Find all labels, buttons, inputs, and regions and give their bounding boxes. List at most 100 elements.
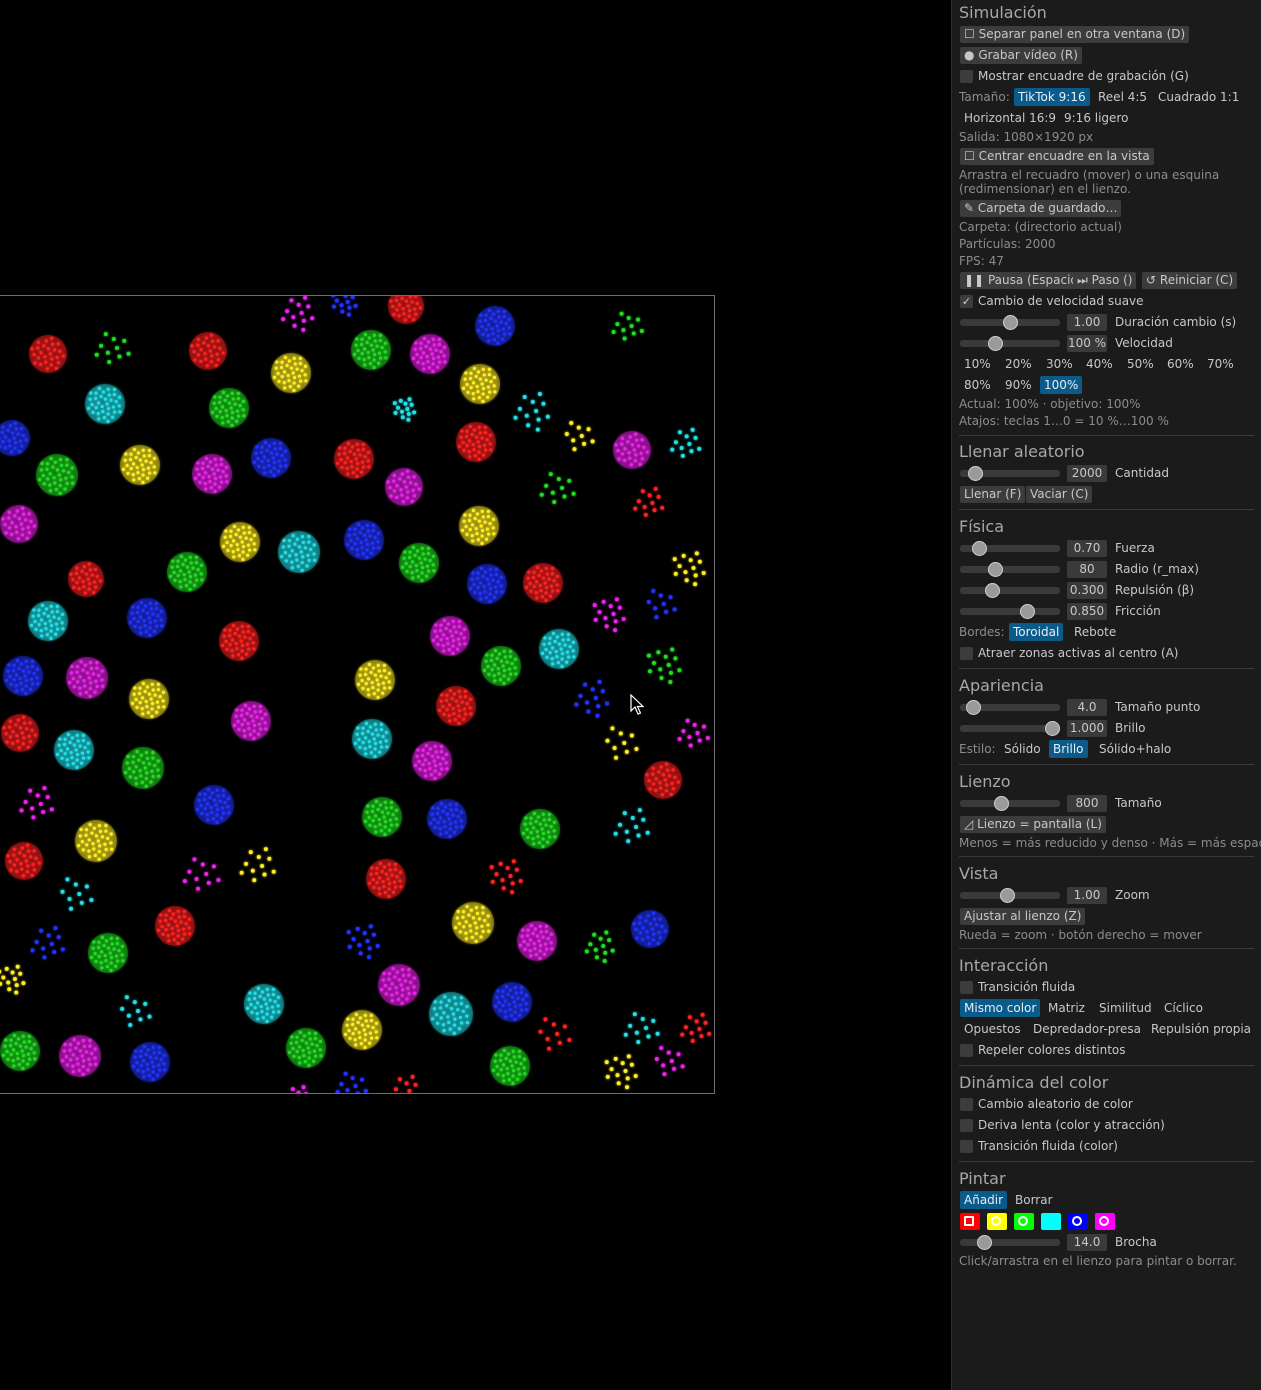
color-swatch-red[interactable] xyxy=(960,1213,980,1230)
empty-button[interactable]: Vaciar (C) xyxy=(1026,486,1093,503)
border-toroidal[interactable]: Toroidal xyxy=(1009,623,1064,641)
speed-preset-10[interactable]: 10% xyxy=(960,355,995,373)
style-solido[interactable]: Sólido xyxy=(1000,740,1045,758)
point-size-slider[interactable] xyxy=(960,700,1060,715)
repulsion-slider[interactable] xyxy=(960,583,1060,598)
brush-slider-knob[interactable] xyxy=(977,1235,992,1250)
size-option-reel[interactable]: Reel 4:5 xyxy=(1094,88,1151,106)
size-option-horizontal[interactable]: Horizontal 16:9 xyxy=(960,109,1060,127)
simulation-canvas[interactable] xyxy=(0,295,715,1094)
slow-drift-checkbox[interactable] xyxy=(960,1119,973,1132)
color-swatch-green[interactable] xyxy=(1014,1213,1034,1230)
speed-preset-20[interactable]: 20% xyxy=(1001,355,1036,373)
pause-button[interactable]: ❚❚ Pausa (Espacio) xyxy=(960,272,1087,289)
detach-panel-button[interactable]: ☐ Separar panel en otra ventana (D) xyxy=(960,26,1190,43)
canvas-screen-button[interactable]: ◿ Lienzo = pantalla (L) xyxy=(960,816,1106,833)
speed-preset-100[interactable]: 100% xyxy=(1040,376,1083,394)
control-panel: Simulación ☐ Separar panel en otra venta… xyxy=(951,0,1261,1390)
duration-value[interactable]: 1.00 xyxy=(1067,314,1107,331)
speed-preset-50[interactable]: 50% xyxy=(1123,355,1158,373)
border-rebote[interactable]: Rebote xyxy=(1070,623,1120,641)
amount-slider[interactable] xyxy=(960,466,1060,481)
center-frame-button[interactable]: ☐ Centrar encuadre en la vista xyxy=(960,148,1154,165)
zoom-value[interactable]: 1.00 xyxy=(1067,887,1107,904)
point-size-slider-knob[interactable] xyxy=(966,700,981,715)
force-value[interactable]: 0.70 xyxy=(1067,540,1107,557)
radius-slider-knob[interactable] xyxy=(988,562,1003,577)
divider xyxy=(959,1065,1254,1066)
fit-canvas-button[interactable]: Ajustar al lienzo (Z) xyxy=(960,908,1086,925)
brush-value[interactable]: 14.0 xyxy=(1067,1234,1107,1251)
repulsion-value[interactable]: 0.300 xyxy=(1067,582,1107,599)
speed-preset-70[interactable]: 70% xyxy=(1203,355,1238,373)
color-swatch-magenta[interactable] xyxy=(1095,1213,1115,1230)
style-solido-halo[interactable]: Sólido+halo xyxy=(1095,740,1175,758)
random-color-checkbox[interactable] xyxy=(960,1098,973,1111)
brightness-value[interactable]: 1.000 xyxy=(1067,720,1107,737)
zoom-slider[interactable] xyxy=(960,888,1060,903)
brightness-slider[interactable] xyxy=(960,721,1060,736)
brightness-slider-knob[interactable] xyxy=(1045,721,1060,736)
force-slider[interactable] xyxy=(960,541,1060,556)
paint-mode-add[interactable]: Añadir xyxy=(960,1191,1008,1209)
attract-center-checkbox[interactable] xyxy=(960,647,973,660)
speed-preset-30[interactable]: 30% xyxy=(1042,355,1077,373)
speed-preset-80[interactable]: 80% xyxy=(960,376,995,394)
paint-mode-erase[interactable]: Borrar xyxy=(1011,1191,1057,1209)
duration-slider[interactable] xyxy=(960,315,1060,330)
mode-opuestos[interactable]: Opuestos xyxy=(960,1020,1025,1038)
force-label: Fuerza xyxy=(1115,541,1155,555)
mode-mismo-color[interactable]: Mismo color xyxy=(960,999,1041,1017)
speed-slider-knob[interactable] xyxy=(988,336,1003,351)
duration-slider-knob[interactable] xyxy=(1003,315,1018,330)
mode-similitud[interactable]: Similitud xyxy=(1095,999,1156,1017)
speed-preset-40[interactable]: 40% xyxy=(1082,355,1117,373)
color-swatch-yellow[interactable] xyxy=(987,1213,1007,1230)
particle-cluster xyxy=(129,679,169,719)
particle-field xyxy=(0,296,712,1093)
save-folder-button[interactable]: ✎ Carpeta de guardado… xyxy=(960,200,1122,217)
canvas-size-value[interactable]: 800 xyxy=(1067,795,1107,812)
particle-cluster xyxy=(251,438,291,478)
size-option-tiktok[interactable]: TikTok 9:16 xyxy=(1014,88,1090,106)
repel-colors-checkbox[interactable] xyxy=(960,1044,973,1057)
show-frame-checkbox[interactable] xyxy=(960,70,973,83)
canvas-size-slider[interactable] xyxy=(960,796,1060,811)
color-swatch-cyan[interactable] xyxy=(1041,1213,1061,1230)
force-slider-knob[interactable] xyxy=(972,541,987,556)
zoom-slider-knob[interactable] xyxy=(1000,888,1015,903)
amount-value[interactable]: 2000 xyxy=(1067,465,1107,482)
speed-slider[interactable] xyxy=(960,336,1060,351)
fill-button[interactable]: Llenar (F) xyxy=(960,486,1026,503)
friction-slider[interactable] xyxy=(960,604,1060,619)
restart-button[interactable]: ↺ Reiniciar (C) xyxy=(1142,272,1238,289)
mode-matriz[interactable]: Matriz xyxy=(1044,999,1089,1017)
size-option-ligero[interactable]: 9:16 ligero xyxy=(1060,109,1132,127)
canvas-size-slider-knob[interactable] xyxy=(994,796,1009,811)
friction-slider-knob[interactable] xyxy=(1020,604,1035,619)
mode-depredador-presa[interactable]: Depredador-presa xyxy=(1029,1020,1145,1038)
radius-value[interactable]: 80 xyxy=(1067,561,1107,578)
mode-repulsion-propia[interactable]: Repulsión propia xyxy=(1147,1020,1255,1038)
radius-slider[interactable] xyxy=(960,562,1060,577)
fluid-transition-checkbox[interactable] xyxy=(960,981,973,994)
color-swatch-blue[interactable] xyxy=(1068,1213,1088,1230)
style-brillo[interactable]: Brillo xyxy=(1049,740,1088,758)
friction-value[interactable]: 0.850 xyxy=(1067,603,1107,620)
particle-cluster xyxy=(393,1074,418,1093)
mode-ciclico[interactable]: Cíclico xyxy=(1160,999,1207,1017)
speed-preset-60[interactable]: 60% xyxy=(1163,355,1198,373)
point-size-value[interactable]: 4.0 xyxy=(1067,699,1107,716)
color-fluid-checkbox[interactable] xyxy=(960,1140,973,1153)
simulation-viewport[interactable] xyxy=(0,0,951,1390)
repulsion-slider-knob[interactable] xyxy=(985,583,1000,598)
speed-value[interactable]: 100 % xyxy=(1067,335,1107,352)
size-option-cuadrado[interactable]: Cuadrado 1:1 xyxy=(1154,88,1243,106)
pause-icon: ❚❚ xyxy=(964,273,985,287)
amount-slider-knob[interactable] xyxy=(968,466,983,481)
smooth-speed-checkbox[interactable]: ✓ xyxy=(960,295,973,308)
step-button[interactable]: ⏭ Paso () xyxy=(1073,272,1137,289)
speed-preset-90[interactable]: 90% xyxy=(1001,376,1036,394)
brush-slider[interactable] xyxy=(960,1235,1060,1250)
record-video-button[interactable]: ● Grabar vídeo (R) xyxy=(960,47,1082,64)
